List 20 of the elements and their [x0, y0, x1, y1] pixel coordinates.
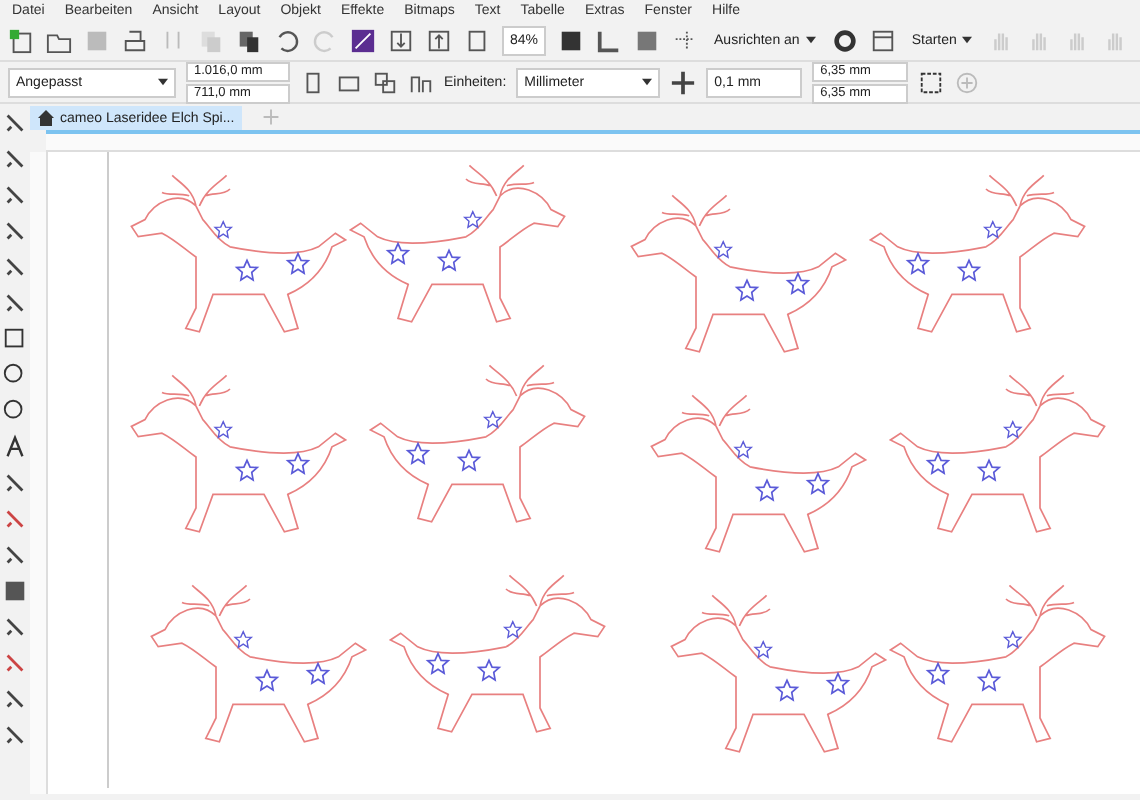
- paste-icon[interactable]: [236, 27, 262, 53]
- caret-icon[interactable]: [962, 36, 973, 44]
- nudge-icon[interactable]: [670, 69, 697, 95]
- import-icon[interactable]: [388, 27, 414, 53]
- rectangle-tool-icon[interactable]: [2, 326, 28, 352]
- caret-icon[interactable]: [158, 78, 168, 86]
- print-icon[interactable]: [122, 27, 148, 53]
- ellipse-tool-icon[interactable]: [2, 362, 28, 388]
- export-icon[interactable]: [426, 27, 452, 53]
- caret-icon[interactable]: [805, 36, 816, 44]
- bleed-icon[interactable]: [918, 69, 945, 95]
- undo-icon[interactable]: [274, 27, 300, 53]
- text-tool-icon[interactable]: [2, 434, 28, 460]
- new-document-icon[interactable]: [8, 27, 34, 53]
- color-swatch-icon[interactable]: [350, 27, 376, 53]
- all-pages-icon[interactable]: [372, 69, 398, 95]
- window-icon[interactable]: [869, 27, 896, 53]
- rulers-icon[interactable]: [596, 27, 623, 53]
- caret-icon[interactable]: [642, 78, 653, 86]
- home-icon: [38, 110, 54, 126]
